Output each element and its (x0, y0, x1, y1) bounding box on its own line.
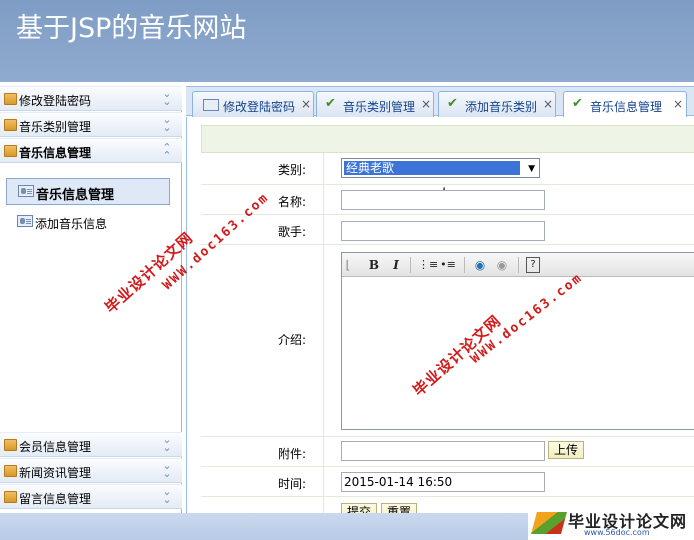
chevron-down-icon[interactable]: ⌄ ⌄ (160, 88, 174, 107)
close-icon[interactable]: × (673, 97, 683, 111)
upload-button[interactable]: 上传 (548, 441, 585, 459)
category-label: 类别: (277, 163, 306, 177)
category-selected-value: 经典老歌 (343, 160, 521, 176)
sidebar-section-label: 会员信息管理 (19, 440, 92, 454)
italic-button[interactable]: I (388, 257, 404, 273)
folder-icon (4, 439, 17, 451)
sidebar-section-label: 音乐信息管理 (19, 146, 92, 160)
link-icon[interactable]: ◉ (472, 257, 488, 273)
tab-music-info[interactable]: ✔ 音乐信息管理 × (563, 91, 687, 118)
sidebar-item-music-info-manage[interactable]: 音乐信息管理 (6, 178, 170, 205)
unlink-icon[interactable]: ◉ (494, 257, 510, 273)
singer-input[interactable] (341, 221, 545, 241)
check-icon: ✔ (447, 96, 458, 111)
chevron-down-icon[interactable]: ⌄ ⌄ (160, 486, 174, 505)
sidebar-section-label: 留言信息管理 (19, 492, 92, 506)
sidebar-item-add-music[interactable]: 添加音乐信息 (6, 209, 170, 236)
toolbar-grip-icon: ⌊ (345, 258, 351, 272)
folder-icon (4, 93, 17, 105)
user-card-icon (18, 185, 34, 197)
sidebar-item-label: 添加音乐信息 (35, 217, 108, 231)
chevron-down-icon[interactable]: ⌄ ⌄ (160, 460, 174, 479)
editor-toolbar: ⌊ B I ⋮≡ •≡ ◉ ◉ ? (342, 253, 694, 277)
app-header: 基于JSP的音乐网站 (0, 0, 694, 82)
check-icon: ✔ (572, 96, 583, 111)
rich-text-editor: ⌊ B I ⋮≡ •≡ ◉ ◉ ? (341, 252, 694, 430)
tab-label: 添加音乐类别 (465, 100, 538, 114)
tab-change-password[interactable]: 修改登陆密码 × (192, 91, 314, 117)
intro-label: 介绍: (277, 333, 306, 347)
site-logo: 毕业设计论文网 www.56doc.com (528, 504, 694, 540)
name-input[interactable] (341, 190, 545, 210)
toolbar-separator (410, 257, 411, 273)
attachment-label: 附件: (277, 447, 306, 461)
form-header-bar (201, 125, 694, 153)
attachment-input[interactable] (341, 441, 545, 461)
sidebar: 修改登陆密码 ⌄ ⌄ 音乐类别管理 ⌄ ⌄ 音乐信息管理 ⌃ ⌃ 音乐信息管理 添加音… (0, 86, 182, 513)
bold-button[interactable]: B (366, 257, 382, 273)
time-label: 时间: (277, 477, 306, 491)
close-icon[interactable]: × (421, 97, 431, 111)
user-card-icon (17, 215, 33, 227)
site-title: 基于JSP的音乐网站 (16, 13, 247, 44)
logo-mark-icon (531, 512, 567, 534)
tab-music-category[interactable]: ✔ 音乐类别管理 × (316, 91, 434, 117)
chevron-down-icon[interactable]: ⌄ ⌄ (160, 434, 174, 453)
close-icon[interactable]: × (543, 97, 553, 111)
tab-add-category[interactable]: ✔ 添加音乐类别 × (438, 91, 556, 117)
check-icon: ✔ (325, 96, 336, 111)
sidebar-section-label: 新闻资讯管理 (19, 466, 92, 480)
toolbar-separator (464, 257, 465, 273)
tab-label: 音乐类别管理 (343, 100, 416, 114)
unordered-list-icon[interactable]: •≡ (440, 257, 456, 273)
sidebar-section-label: 修改登陆密码 (19, 94, 92, 108)
tab-label: 音乐信息管理 (590, 100, 663, 114)
sidebar-section-music-info[interactable]: 音乐信息管理 ⌃ ⌃ (0, 138, 182, 163)
category-select[interactable]: 经典老歌 ▼ (341, 158, 540, 178)
chevron-up-icon[interactable]: ⌃ ⌃ (160, 142, 174, 161)
folder-icon (4, 491, 17, 503)
toolbar-separator (518, 257, 519, 273)
folder-icon (4, 465, 17, 477)
close-icon[interactable]: × (301, 97, 311, 111)
logo-url: www.56doc.com (584, 528, 650, 537)
sidebar-item-label: 音乐信息管理 (36, 188, 115, 203)
ordered-list-icon[interactable]: ⋮≡ (418, 257, 438, 273)
sidebar-section-messages[interactable]: 留言信息管理 ⌄ ⌄ (0, 484, 182, 509)
user-card-icon (203, 99, 219, 111)
sidebar-section-member-info[interactable]: 会员信息管理 ⌄ ⌄ (0, 432, 182, 457)
help-button[interactable]: ? (526, 257, 540, 273)
folder-icon (4, 145, 17, 157)
tab-label: 修改登陆密码 (223, 100, 296, 114)
editor-text-area[interactable] (342, 277, 694, 429)
sidebar-section-news[interactable]: 新闻资讯管理 ⌄ ⌄ (0, 458, 182, 483)
chevron-down-icon[interactable]: ⌄ ⌄ (160, 114, 174, 133)
time-input[interactable]: 2015-01-14 16:50 (341, 472, 545, 492)
tab-bar: 修改登陆密码 × ✔ 音乐类别管理 × ✔ 添加音乐类别 × ✔ 音乐信息管理 … (186, 86, 694, 118)
dropdown-arrow-icon[interactable]: ▼ (528, 164, 535, 174)
sidebar-section-music-category[interactable]: 音乐类别管理 ⌄ ⌄ (0, 112, 182, 137)
folder-icon (4, 119, 17, 131)
sidebar-section-label: 音乐类别管理 (19, 120, 92, 134)
sidebar-section-change-password[interactable]: 修改登陆密码 ⌄ ⌄ (0, 86, 182, 111)
